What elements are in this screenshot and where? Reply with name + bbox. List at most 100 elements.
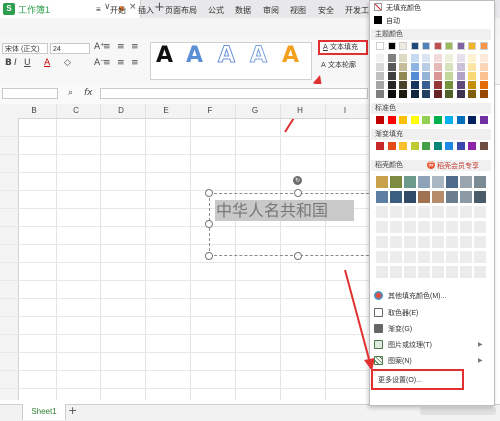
standard-color-swatch[interactable] bbox=[410, 116, 419, 124]
member-locked-swatch[interactable] bbox=[460, 221, 472, 233]
wordart-style-5[interactable]: A bbox=[282, 43, 299, 68]
menu-page-layout[interactable]: 页面布局 bbox=[165, 5, 197, 16]
standard-color-swatch[interactable] bbox=[422, 116, 430, 124]
text-box-content[interactable]: 中华人名共和国 bbox=[215, 200, 354, 221]
theme-shade-swatch[interactable] bbox=[479, 81, 488, 89]
menu-view[interactable]: 视图 bbox=[290, 5, 306, 16]
member-color-swatch[interactable] bbox=[404, 191, 416, 203]
font-color-icon[interactable]: A bbox=[44, 58, 50, 68]
name-box[interactable] bbox=[2, 88, 58, 99]
member-locked-swatch[interactable] bbox=[432, 251, 444, 263]
member-locked-swatch[interactable] bbox=[418, 251, 430, 263]
resize-handle[interactable] bbox=[205, 189, 213, 197]
gradient-swatch[interactable] bbox=[422, 142, 430, 150]
member-locked-swatch[interactable] bbox=[404, 251, 416, 263]
theme-color-swatch[interactable] bbox=[445, 42, 453, 50]
member-locked-swatch[interactable] bbox=[474, 236, 486, 248]
theme-shade-swatch[interactable] bbox=[422, 63, 430, 71]
member-locked-swatch[interactable] bbox=[432, 236, 444, 248]
member-locked-swatch[interactable] bbox=[474, 221, 486, 233]
theme-shade-swatch[interactable] bbox=[445, 63, 453, 71]
theme-shade-swatch[interactable] bbox=[376, 81, 384, 89]
column-f[interactable]: F bbox=[200, 106, 220, 115]
theme-shade-swatch[interactable] bbox=[433, 54, 442, 62]
member-locked-swatch[interactable] bbox=[474, 251, 486, 263]
theme-color-swatch[interactable] bbox=[433, 42, 442, 50]
theme-color-swatch[interactable] bbox=[468, 42, 476, 50]
member-locked-swatch[interactable] bbox=[446, 221, 458, 233]
theme-shade-swatch[interactable] bbox=[376, 54, 384, 62]
theme-shade-swatch[interactable] bbox=[387, 63, 396, 71]
standard-color-swatch[interactable] bbox=[387, 116, 396, 124]
gradient-option[interactable]: 渐变(G) bbox=[388, 324, 412, 334]
gradient-swatch[interactable] bbox=[468, 142, 476, 150]
member-color-swatch[interactable] bbox=[446, 176, 458, 188]
theme-shade-swatch[interactable] bbox=[376, 72, 384, 80]
theme-color-swatch[interactable] bbox=[399, 42, 407, 50]
align-left-icon[interactable]: ≡ bbox=[103, 58, 111, 68]
theme-shade-swatch[interactable] bbox=[468, 90, 476, 98]
theme-shade-swatch[interactable] bbox=[376, 90, 384, 98]
fx-icon[interactable]: fx bbox=[84, 88, 93, 98]
zoom-search-icon[interactable]: ⌕ bbox=[68, 88, 73, 98]
more-fill-colors-option[interactable]: 其他填充颜色(M)... bbox=[388, 291, 446, 301]
theme-shade-swatch[interactable] bbox=[433, 63, 442, 71]
theme-color-swatch[interactable] bbox=[422, 42, 430, 50]
theme-shade-swatch[interactable] bbox=[399, 72, 407, 80]
theme-shade-swatch[interactable] bbox=[456, 54, 465, 62]
theme-shade-swatch[interactable] bbox=[387, 81, 396, 89]
align-center-icon[interactable]: ≡ bbox=[117, 58, 125, 68]
standard-color-swatch[interactable] bbox=[456, 116, 465, 124]
member-locked-swatch[interactable] bbox=[376, 221, 388, 233]
theme-shade-swatch[interactable] bbox=[387, 54, 396, 62]
member-locked-swatch[interactable] bbox=[418, 206, 430, 218]
member-color-swatch[interactable] bbox=[418, 176, 430, 188]
align-right-icon[interactable]: ≡ bbox=[131, 58, 139, 68]
menu-home[interactable]: 开始 bbox=[110, 5, 126, 16]
color-picker-option[interactable]: 取色器(E) bbox=[388, 308, 418, 318]
standard-color-swatch[interactable] bbox=[479, 116, 488, 124]
theme-shade-swatch[interactable] bbox=[479, 63, 488, 71]
theme-color-swatch[interactable] bbox=[387, 42, 396, 50]
member-color-swatch[interactable] bbox=[460, 191, 472, 203]
theme-shade-swatch[interactable] bbox=[445, 72, 453, 80]
member-locked-swatch[interactable] bbox=[404, 236, 416, 248]
member-locked-swatch[interactable] bbox=[390, 236, 402, 248]
menu-button[interactable]: ≡ bbox=[96, 5, 101, 14]
theme-shade-swatch[interactable] bbox=[399, 54, 407, 62]
menu-insert[interactable]: 插入 bbox=[138, 5, 154, 16]
column-b[interactable]: B bbox=[24, 106, 44, 115]
gradient-swatch[interactable] bbox=[376, 142, 384, 150]
theme-shade-swatch[interactable] bbox=[479, 54, 488, 62]
theme-shade-swatch[interactable] bbox=[445, 81, 453, 89]
theme-shade-swatch[interactable] bbox=[410, 81, 419, 89]
standard-color-swatch[interactable] bbox=[433, 116, 442, 124]
theme-shade-swatch[interactable] bbox=[422, 81, 430, 89]
theme-shade-swatch[interactable] bbox=[479, 72, 488, 80]
gradient-swatch[interactable] bbox=[445, 142, 453, 150]
member-locked-swatch[interactable] bbox=[460, 266, 472, 278]
theme-shade-swatch[interactable] bbox=[456, 81, 465, 89]
member-color-swatch[interactable] bbox=[390, 191, 402, 203]
font-size-select[interactable]: 24 bbox=[50, 43, 90, 54]
font-name-select[interactable]: 宋体 (正文) bbox=[2, 43, 48, 54]
standard-color-swatch[interactable] bbox=[468, 116, 476, 124]
member-locked-swatch[interactable] bbox=[446, 251, 458, 263]
pattern-option[interactable]: 图案(N) bbox=[388, 356, 412, 366]
member-locked-swatch[interactable] bbox=[418, 266, 430, 278]
theme-shade-swatch[interactable] bbox=[479, 90, 488, 98]
wordart-style-3[interactable]: A bbox=[217, 43, 235, 69]
theme-shade-swatch[interactable] bbox=[422, 90, 430, 98]
menu-formula[interactable]: 公式 bbox=[208, 5, 224, 16]
align-middle-icon[interactable]: ≡ bbox=[117, 42, 125, 52]
column-i[interactable]: I bbox=[335, 106, 355, 115]
standard-color-swatch[interactable] bbox=[399, 116, 407, 124]
column-e[interactable]: E bbox=[156, 106, 176, 115]
theme-color-swatch[interactable] bbox=[479, 42, 488, 50]
theme-shade-swatch[interactable] bbox=[410, 54, 419, 62]
gradient-swatch[interactable] bbox=[456, 142, 465, 150]
theme-shade-swatch[interactable] bbox=[399, 81, 407, 89]
member-locked-swatch[interactable] bbox=[446, 206, 458, 218]
theme-shade-swatch[interactable] bbox=[422, 54, 430, 62]
theme-color-swatch[interactable] bbox=[410, 42, 419, 50]
